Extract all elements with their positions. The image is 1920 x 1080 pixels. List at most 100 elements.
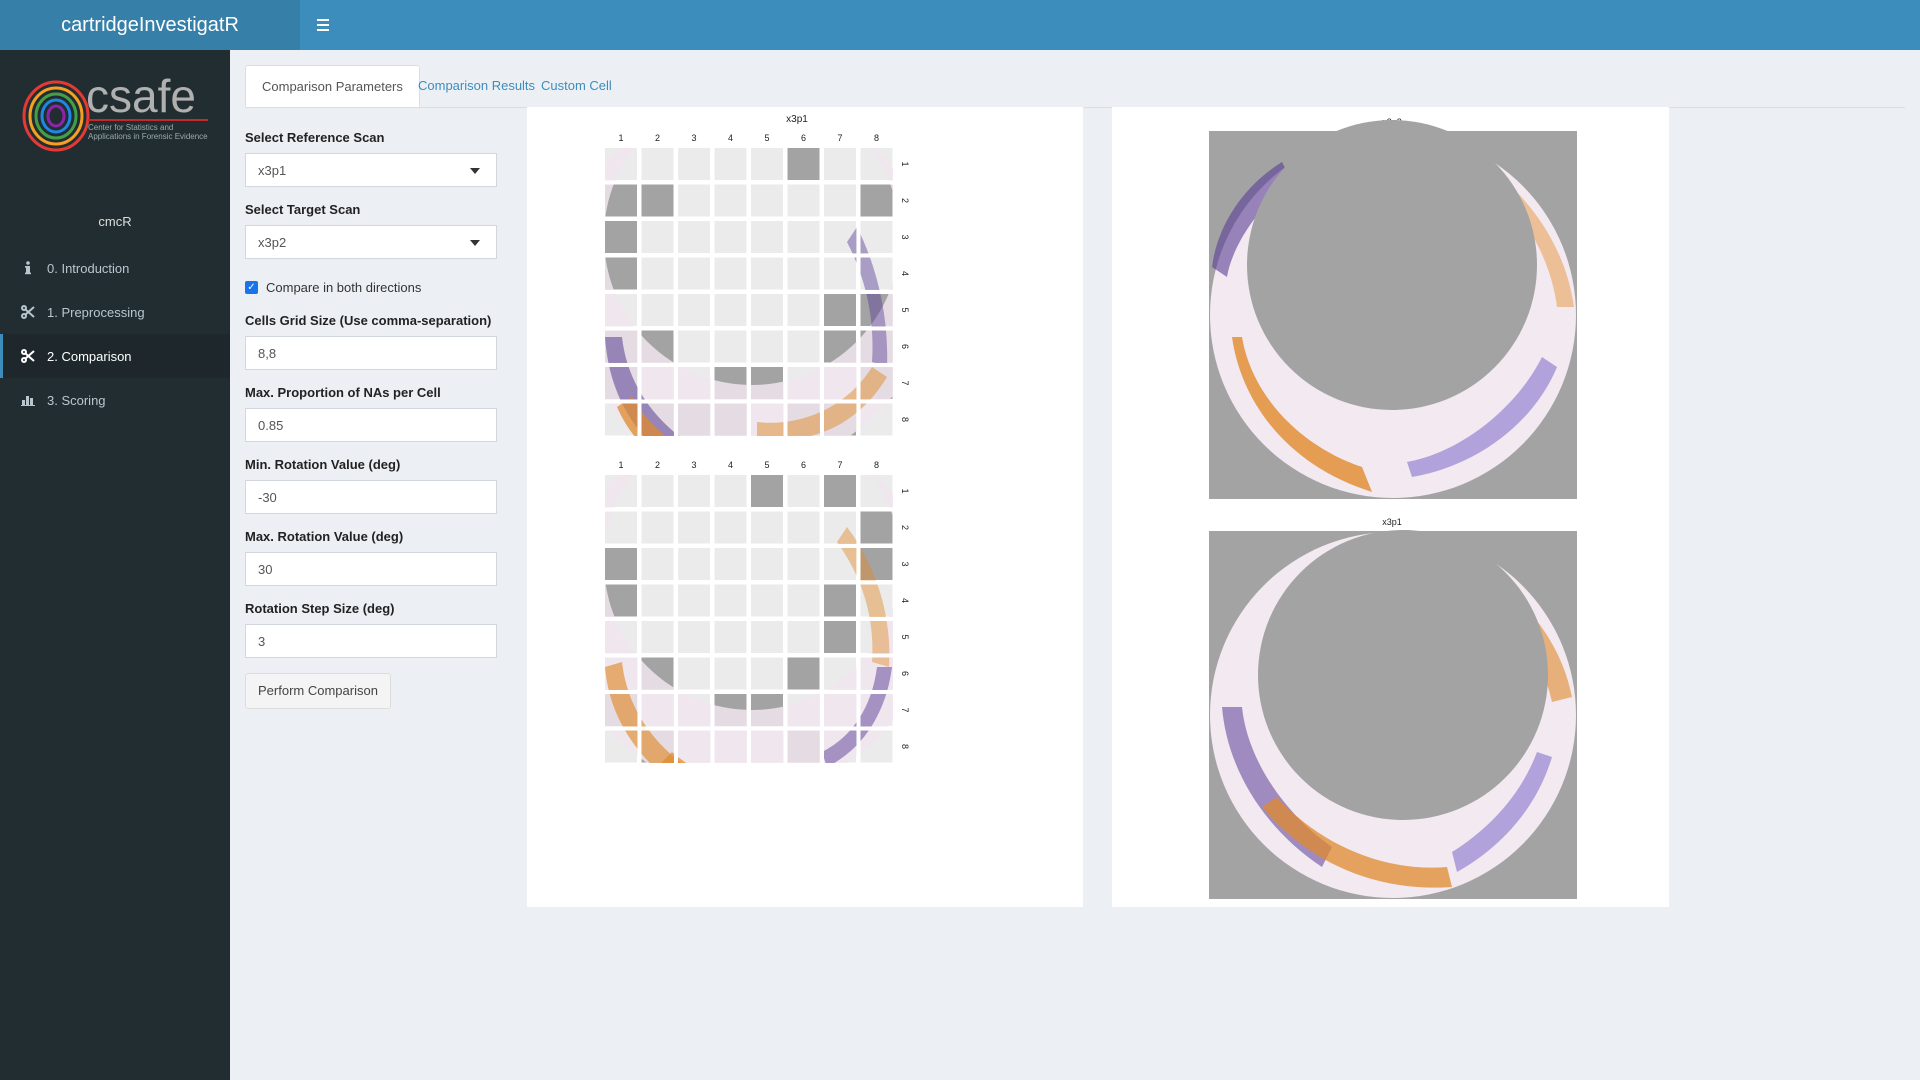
min-rotation-input[interactable]: -30 [245, 480, 497, 514]
max-na-input[interactable]: 0.85 [245, 408, 497, 442]
info-icon [19, 261, 37, 275]
grid-bottom-cell [714, 621, 747, 653]
svg-text:Center for Statistics and: Center for Statistics and [88, 123, 173, 132]
grid-top-cell [824, 257, 856, 290]
grid-bottom-cell [605, 548, 637, 580]
svg-text:csafe: csafe [86, 70, 196, 122]
grid-top-row-label: 8 [900, 417, 910, 422]
grid-bottom-row-label: 2 [900, 525, 910, 530]
grid-bottom-cell [641, 475, 674, 507]
sidebar-item-introduction[interactable]: 0. Introduction [0, 246, 230, 290]
app-title[interactable]: cartridgeInvestigatR [0, 0, 300, 50]
sidebar-toggle-icon[interactable] [310, 12, 336, 38]
grid-bottom-cell [641, 548, 674, 580]
grid-top-cell [678, 330, 710, 363]
grid-top-cell [605, 221, 637, 253]
grid-top-row-label: 7 [900, 380, 910, 385]
grid-top-col-label: 4 [728, 133, 733, 143]
perform-comparison-button[interactable]: Perform Comparison [245, 673, 391, 709]
grid-top-cell [751, 294, 783, 326]
grid-top-cell [787, 148, 820, 180]
grid-bottom-cell [751, 475, 783, 507]
target-scan-select[interactable]: x3p2 [245, 225, 497, 259]
grid-top-col-label: 7 [837, 133, 842, 143]
rotation-step-input[interactable]: 3 [245, 624, 497, 658]
grid-top-title: x3p1 [786, 114, 808, 125]
sidebar-item-scoring[interactable]: 3. Scoring [0, 378, 230, 422]
grid-top-cell [860, 184, 893, 217]
grid-top-cell [787, 221, 820, 253]
grid-bottom-cell [641, 621, 674, 653]
grid-top-col-label: 2 [655, 133, 660, 143]
grid-top-cell [641, 184, 674, 217]
grid-top-cell [678, 294, 710, 326]
grid-top-cell [714, 221, 747, 253]
max-rotation-label: Max. Rotation Value (deg) [245, 529, 404, 544]
grid-top-row-label: 4 [900, 271, 910, 276]
grid-bottom-cell [714, 657, 747, 690]
max-na-label: Max. Proportion of NAs per Cell [245, 385, 441, 400]
grid-bottom-col-label: 2 [655, 460, 660, 470]
bar-chart-icon [19, 394, 37, 406]
both-directions-row[interactable]: ✓ Compare in both directions [245, 280, 497, 295]
grid-top-row-label: 5 [900, 307, 910, 312]
grid-top-cell [678, 184, 710, 217]
grid-top-cell [641, 294, 674, 326]
grid-bottom-cell [641, 511, 674, 544]
grid-bottom-cell [678, 511, 710, 544]
grid-bottom-cell [751, 657, 783, 690]
grid-bottom-row-label: 1 [900, 488, 910, 493]
sidebar-menu: 0. Introduction 1. Preprocessing 2. Comp… [0, 246, 230, 422]
grid-bottom-cell [641, 584, 674, 617]
grid-size-input[interactable]: 8,8 [245, 336, 497, 370]
grid-bottom-cell [824, 621, 856, 653]
grid-bottom-cell [787, 657, 820, 690]
parameters-form: Select Reference Scan x3p1 Select Target… [245, 130, 497, 709]
grid-bottom-col-label: 4 [728, 460, 733, 470]
scan-bottom-title: x3p1 [1382, 517, 1402, 527]
grid-bottom-row-label: 8 [900, 744, 910, 749]
grid-bottom-grid-gap [605, 617, 897, 621]
rotation-step-label: Rotation Step Size (deg) [245, 601, 395, 616]
grid-bottom-cell [678, 584, 710, 617]
grid-top-cell [787, 294, 820, 326]
svg-text:Applications in Forensic Evide: Applications in Forensic Evidence [88, 132, 208, 141]
tab-comparison-parameters[interactable]: Comparison Parameters [245, 65, 420, 107]
scan-image-plot-panel: x3p2 x3p1 [1112, 107, 1669, 907]
grid-bottom-cell [787, 584, 820, 617]
max-na-value: 0.85 [258, 417, 284, 433]
grid-top-cell [751, 221, 783, 253]
grid-top-row-label: 1 [900, 161, 910, 166]
max-rotation-input[interactable]: 30 [245, 552, 497, 586]
sidebar-item-comparison[interactable]: 2. Comparison [0, 334, 230, 378]
grid-bottom-cell [787, 511, 820, 544]
user-label: cmcR [98, 214, 132, 229]
max-rotation-value: 30 [258, 561, 273, 577]
grid-top-grid-gap [605, 363, 897, 367]
scan-top-firing-pin-hole [1247, 120, 1537, 410]
grid-top-cell [751, 330, 783, 363]
grid-bottom-cell [678, 621, 710, 653]
grid-bottom-cell [787, 475, 820, 507]
both-directions-label: Compare in both directions [266, 280, 422, 295]
grid-bottom-cell [714, 548, 747, 580]
scan-bottom-firing-pin-hole [1258, 530, 1548, 820]
reference-scan-select[interactable]: x3p1 [245, 153, 497, 187]
grid-top-grid-gap [605, 290, 897, 294]
grid-top-cell [787, 330, 820, 363]
grid-top-cell [751, 184, 783, 217]
sidebar-item-preprocessing[interactable]: 1. Preprocessing [0, 290, 230, 334]
grid-bottom-grid-gap [820, 475, 824, 767]
caret-down-icon [470, 240, 480, 246]
both-directions-checkbox[interactable]: ✓ [245, 281, 258, 294]
reference-scan-label: Select Reference Scan [245, 130, 385, 145]
grid-top-cell [678, 257, 710, 290]
grid-top-col-label: 3 [691, 133, 696, 143]
grid-bottom-cell [787, 548, 820, 580]
grid-top-cell [751, 257, 783, 290]
grid-top-cell [824, 184, 856, 217]
grid-bottom-col-label: 8 [874, 460, 879, 470]
grid-top-cell [714, 148, 747, 180]
tab-custom-cell[interactable]: Custom Cell [525, 65, 628, 107]
grid-bottom-cell [678, 657, 710, 690]
